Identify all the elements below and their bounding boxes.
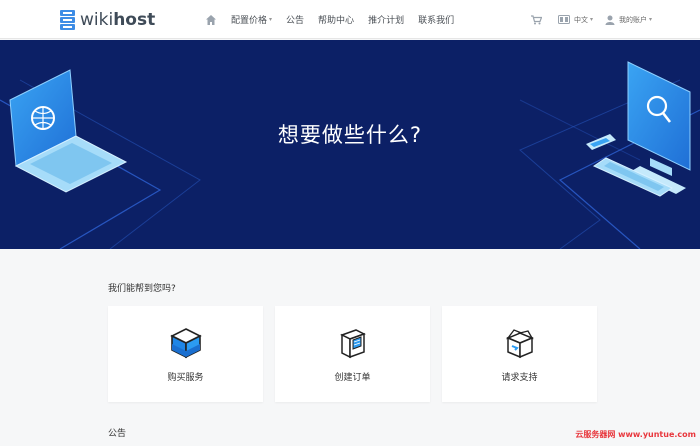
- buy-service-card[interactable]: 购买服务: [108, 306, 263, 402]
- cart-icon: [530, 14, 542, 24]
- help-section-title: 我们能帮到您吗?: [108, 284, 176, 294]
- chevron-down-icon: ▾: [589, 16, 593, 23]
- logo-text: wikihost: [80, 10, 156, 30]
- nav-item-help-center[interactable]: 帮助中心: [318, 13, 354, 26]
- chevron-down-icon: ▾: [648, 16, 652, 23]
- request-support-card[interactable]: 请求支持: [442, 306, 597, 402]
- create-order-card[interactable]: 创建订单: [275, 306, 430, 402]
- nav-item-pricing[interactable]: 配置价格 ▾: [231, 13, 272, 26]
- user-icon: [605, 15, 615, 25]
- request-support-label: 请求支持: [501, 373, 538, 383]
- help-cards: 购买服务 创建订单 请求支持: [108, 306, 609, 402]
- cart-button[interactable]: [530, 14, 546, 25]
- nav-item-contact[interactable]: 联系我们: [418, 13, 454, 26]
- create-order-label: 创建订单: [334, 373, 371, 383]
- language-selector[interactable]: 中文 ▾: [557, 15, 593, 25]
- nav-item-announcements[interactable]: 公告: [286, 13, 304, 26]
- hero-banner: 想要做些什么?: [0, 40, 700, 249]
- language-icon: [557, 15, 570, 24]
- top-header: wikihost 配置价格 ▾ 公告 帮助中心 推介计划 联系我们 中文 ▾ 我…: [0, 0, 700, 39]
- cube-icon: [169, 328, 202, 359]
- buy-service-label: 购买服务: [167, 373, 204, 383]
- box-document-icon: [339, 329, 366, 359]
- nav-item-referral[interactable]: 推介计划: [368, 13, 404, 26]
- announcements-section-title: 公告: [108, 429, 127, 439]
- logo-mark-icon: [60, 10, 75, 30]
- chevron-down-icon: ▾: [269, 16, 273, 23]
- watermark: 云服务器网 www.yuntue.com: [575, 430, 696, 439]
- account-menu[interactable]: 我的账户 ▾: [605, 15, 652, 25]
- logo[interactable]: wikihost: [60, 9, 155, 31]
- home-icon[interactable]: [205, 14, 217, 26]
- hero-title: 想要做些什么?: [277, 123, 423, 147]
- user-nav: 中文 ▾ 我的账户 ▾: [519, 0, 652, 39]
- main-nav: 配置价格 ▾ 公告 帮助中心 推介计划 联系我们: [205, 0, 468, 39]
- open-box-icon: [505, 329, 534, 359]
